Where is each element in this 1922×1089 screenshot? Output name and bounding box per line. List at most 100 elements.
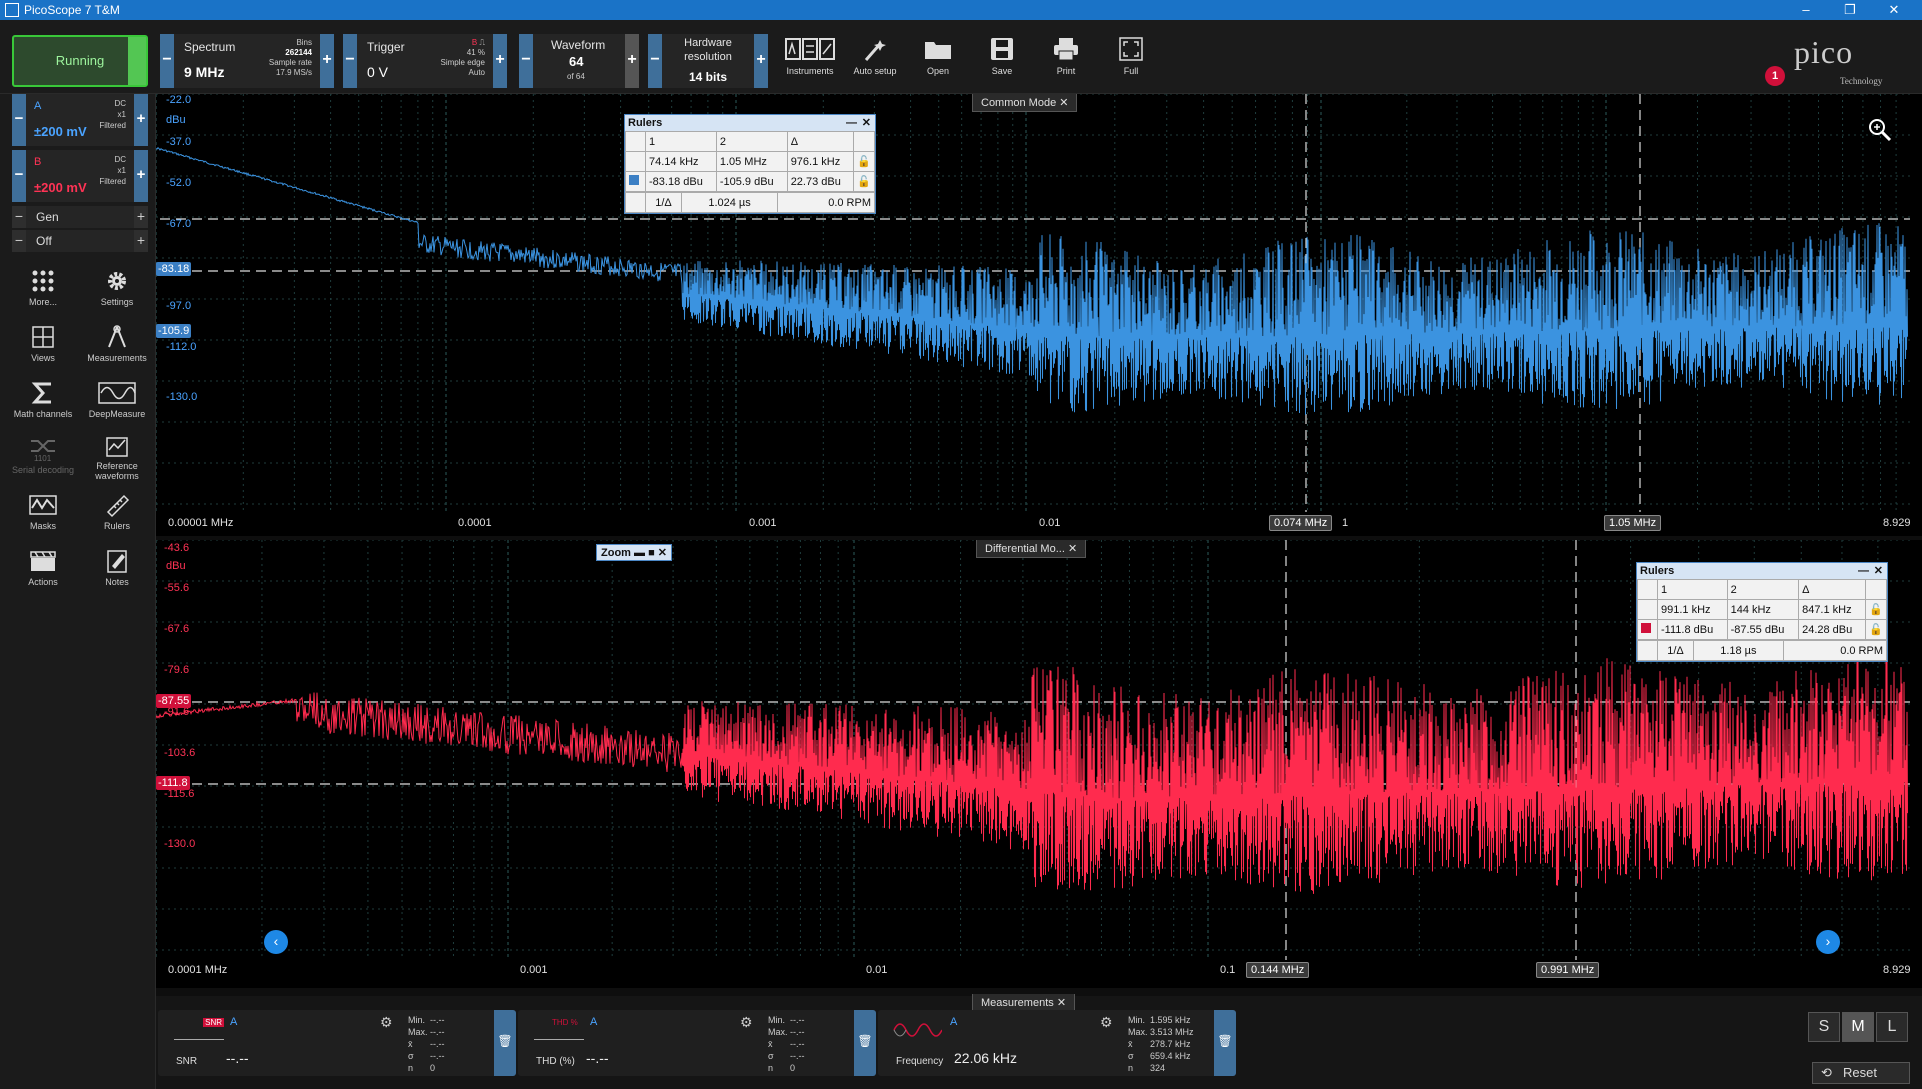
size-medium-button[interactable]: M bbox=[1842, 1012, 1874, 1042]
size-large-button[interactable]: L bbox=[1876, 1012, 1908, 1042]
bottom-ruler-x2-flag[interactable]: 0.991 MHz bbox=[1536, 962, 1600, 978]
serial-decoding-button[interactable]: 1101 Serial decoding bbox=[6, 434, 80, 486]
snr-max: --.-- bbox=[430, 1027, 445, 1037]
toolbar: − Spectrum 9 MHz Bins 262144 Sample rate… bbox=[0, 20, 1922, 94]
generator-minus-button[interactable]: − bbox=[12, 206, 26, 228]
gear-icon[interactable]: ⚙ bbox=[1100, 1014, 1113, 1031]
auto-setup-label: Auto setup bbox=[853, 66, 897, 76]
zoom-overview-box[interactable]: Zoom ▬ ■ ✕ bbox=[596, 544, 672, 561]
channel-a-minus-button[interactable]: − bbox=[12, 94, 26, 146]
reset-button[interactable]: ⟲ Reset bbox=[1812, 1062, 1910, 1084]
channel-a-range[interactable]: ±200 mV bbox=[34, 124, 87, 139]
print-button[interactable]: Print bbox=[1037, 34, 1095, 90]
top-ruler-x1-flag[interactable]: 0.074 MHz bbox=[1269, 515, 1333, 531]
waveform-value[interactable]: 64 bbox=[569, 54, 583, 69]
zoom-icon[interactable] bbox=[1866, 116, 1894, 144]
measurements-button[interactable]: Measurements bbox=[80, 322, 154, 374]
resolution-plus-button[interactable]: + bbox=[754, 34, 768, 88]
differential-mode-tab[interactable]: Differential Mo... ✕ bbox=[976, 540, 1087, 558]
scroll-right-arrow[interactable]: › bbox=[1816, 930, 1840, 954]
spectrum-minus-button[interactable]: − bbox=[160, 34, 174, 88]
common-mode-plot[interactable] bbox=[156, 94, 1922, 536]
minimize-button[interactable]: – bbox=[1786, 0, 1826, 20]
lock-icon[interactable]: 🔓 bbox=[1865, 619, 1887, 640]
generator-state-minus-button[interactable]: − bbox=[12, 230, 26, 252]
rulers-window-top[interactable]: Rulers — ✕ 12Δ 74.14 kHz 1.05 MHz 976.1 kH… bbox=[624, 114, 876, 214]
minimize-icon[interactable]: — bbox=[846, 115, 857, 131]
close-icon[interactable]: ✕ bbox=[1068, 543, 1077, 555]
common-mode-view[interactable]: Common Mode ✕ dBu -22.0 -37.0 -52.0 -67.… bbox=[156, 94, 1922, 536]
notification-badge[interactable]: 1 bbox=[1765, 66, 1785, 86]
lock-icon[interactable]: 🔓 bbox=[1865, 599, 1887, 620]
waveform-minus-button[interactable]: − bbox=[519, 34, 533, 88]
rulers-window-bottom[interactable]: Rulers — ✕ 12Δ 991.1 kHz 144 kHz 847.1 kHz… bbox=[1636, 562, 1888, 662]
trigger-value[interactable]: 0 V bbox=[367, 64, 388, 80]
actions-button[interactable]: Actions bbox=[6, 546, 80, 598]
masks-button[interactable]: Masks bbox=[6, 490, 80, 542]
reference-waveforms-button[interactable]: Reference waveforms bbox=[80, 434, 154, 486]
differential-mode-view[interactable]: Differential Mo... ✕ Zoom ▬ ■ ✕ dBu -43.… bbox=[156, 540, 1922, 988]
frequency-measurement-card[interactable]: A Frequency 22.06 kHz ⚙ Min. 1.595 kHz Ma… bbox=[878, 1010, 1236, 1076]
channel-a-control[interactable]: − A ±200 mV DC x1 Filtered + bbox=[12, 94, 148, 146]
settings-button[interactable]: Settings bbox=[80, 266, 154, 318]
channel-b-minus-button[interactable]: − bbox=[12, 150, 26, 202]
hardware-resolution-value[interactable]: 14 bits bbox=[668, 70, 748, 84]
more-button[interactable]: More... bbox=[6, 266, 80, 318]
minimize-icon[interactable]: — bbox=[1858, 563, 1869, 579]
full-button[interactable]: Full bbox=[1102, 34, 1160, 90]
bottom-ruler-y2-badge[interactable]: -111.8 bbox=[156, 776, 190, 790]
close-icon[interactable]: ✕ bbox=[1059, 97, 1068, 109]
channel-a-plus-button[interactable]: + bbox=[134, 94, 148, 146]
generator-plus-button[interactable]: + bbox=[134, 206, 148, 228]
size-small-button[interactable]: S bbox=[1808, 1012, 1840, 1042]
close-icon[interactable]: ✕ bbox=[1057, 997, 1066, 1009]
generator-state-control[interactable]: − Off + bbox=[12, 230, 148, 252]
open-button[interactable]: Open bbox=[909, 34, 967, 90]
rulers-button[interactable]: Rulers bbox=[80, 490, 154, 542]
trigger-minus-button[interactable]: − bbox=[343, 34, 357, 88]
scroll-left-arrow[interactable]: ‹ bbox=[264, 930, 288, 954]
run-stop-button[interactable]: Running bbox=[12, 35, 148, 87]
trash-icon[interactable]: 🗑 bbox=[1214, 1010, 1236, 1076]
close-icon[interactable]: ✕ bbox=[862, 115, 871, 131]
auto-setup-button[interactable]: Auto setup bbox=[846, 34, 904, 90]
math-channels-button[interactable]: Math channels bbox=[6, 378, 80, 430]
spectrum-plus-button[interactable]: + bbox=[320, 34, 334, 88]
serial-decoding-label: Serial decoding bbox=[11, 465, 75, 475]
channel-b-range[interactable]: ±200 mV bbox=[34, 180, 87, 195]
channel-b-control[interactable]: − B ±200 mV DC x1 Filtered + bbox=[12, 150, 148, 202]
gear-icon[interactable]: ⚙ bbox=[380, 1014, 393, 1031]
notes-button[interactable]: Notes bbox=[80, 546, 154, 598]
save-button[interactable]: Save bbox=[973, 34, 1031, 90]
views-button[interactable]: Views bbox=[6, 322, 80, 374]
gear-icon[interactable]: ⚙ bbox=[740, 1014, 753, 1031]
generator-control[interactable]: − Gen + bbox=[12, 206, 148, 228]
rulers-b-yd: 24.28 dBu bbox=[1798, 619, 1867, 640]
bottom-ruler-x1-flag[interactable]: 0.144 MHz bbox=[1246, 962, 1310, 978]
resolution-minus-button[interactable]: − bbox=[648, 34, 662, 88]
snr-measurement-card[interactable]: SNR A SNR --.-- ⚙ Min. --.-- Max. --.-- x̄… bbox=[158, 1010, 516, 1076]
channel-b-plus-button[interactable]: + bbox=[134, 150, 148, 202]
generator-state-plus-button[interactable]: + bbox=[134, 230, 148, 252]
trigger-plus-button[interactable]: + bbox=[493, 34, 507, 88]
deepmeasure-button[interactable]: DeepMeasure bbox=[80, 378, 154, 430]
bottom-y-tick-0: -43.6 bbox=[164, 542, 190, 554]
bottom-ruler-y1-badge[interactable]: -87.55 bbox=[156, 694, 192, 708]
spectrum-control: − Spectrum 9 MHz Bins 262144 Sample rate… bbox=[160, 34, 334, 88]
trash-icon[interactable]: 🗑 bbox=[854, 1010, 876, 1076]
trash-icon[interactable]: 🗑 bbox=[494, 1010, 516, 1076]
lock-icon[interactable]: 🔓 bbox=[853, 171, 875, 192]
top-ruler-y2-badge[interactable]: -105.9 bbox=[156, 324, 192, 338]
top-ruler-y1-badge[interactable]: -83.18 bbox=[156, 262, 192, 276]
close-button[interactable]: ✕ bbox=[1874, 0, 1914, 20]
close-icon[interactable]: ✕ bbox=[1874, 563, 1883, 579]
waveform-plus-button[interactable]: + bbox=[625, 34, 639, 88]
maximize-button[interactable]: ❐ bbox=[1830, 0, 1870, 20]
top-ruler-x2-flag[interactable]: 1.05 MHz bbox=[1604, 515, 1662, 531]
instruments-button[interactable]: Instruments bbox=[781, 34, 839, 90]
common-mode-tab[interactable]: Common Mode ✕ bbox=[972, 94, 1078, 112]
thd-measurement-card[interactable]: THD % A THD (%) --.-- ⚙ Min. --.-- Max. --… bbox=[518, 1010, 876, 1076]
spectrum-value[interactable]: 9 MHz bbox=[184, 64, 224, 80]
lock-icon[interactable]: 🔓 bbox=[853, 151, 875, 172]
frequency-sigma: 659.4 kHz bbox=[1150, 1051, 1191, 1061]
